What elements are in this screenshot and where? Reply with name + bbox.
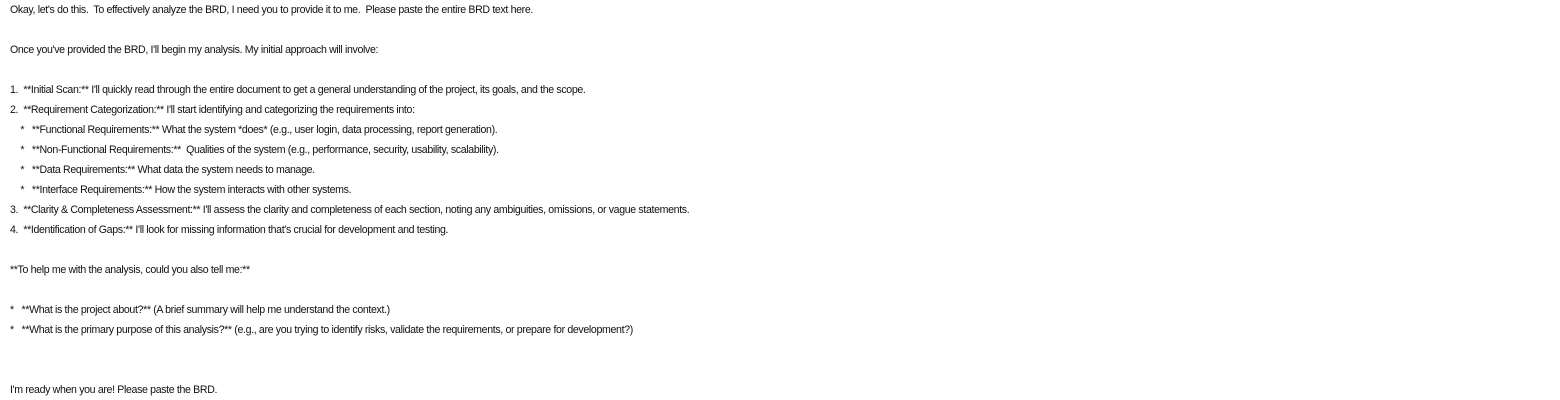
- step-2-non-functional: * **Non-Functional Requirements:** Quali…: [10, 144, 499, 156]
- help-heading: **To help me with the analysis, could yo…: [10, 264, 250, 276]
- step-3: 3. **Clarity & Completeness Assessment:*…: [10, 204, 690, 216]
- step-2: 2. **Requirement Categorization:** I'll …: [10, 104, 415, 116]
- step-2-functional: * **Functional Requirements:** What the …: [10, 124, 498, 136]
- approach-text: Once you've provided the BRD, I'll begin…: [10, 44, 379, 56]
- step-1: 1. **Initial Scan:** I'll quickly read t…: [10, 84, 586, 96]
- question-2: * **What is the primary purpose of this …: [10, 324, 633, 336]
- closing-text: I'm ready when you are! Please paste the…: [10, 384, 218, 396]
- step-2-data: * **Data Requirements:** What data the s…: [10, 164, 315, 176]
- question-1: * **What is the project about?** (A brie…: [10, 304, 390, 316]
- intro-text: Okay, let's do this. To effectively anal…: [10, 4, 533, 16]
- document: Okay, let's do this. To effectively anal…: [0, 0, 1560, 400]
- step-4: 4. **Identification of Gaps:** I'll look…: [10, 224, 449, 236]
- step-2-interface: * **Interface Requirements:** How the sy…: [10, 184, 352, 196]
